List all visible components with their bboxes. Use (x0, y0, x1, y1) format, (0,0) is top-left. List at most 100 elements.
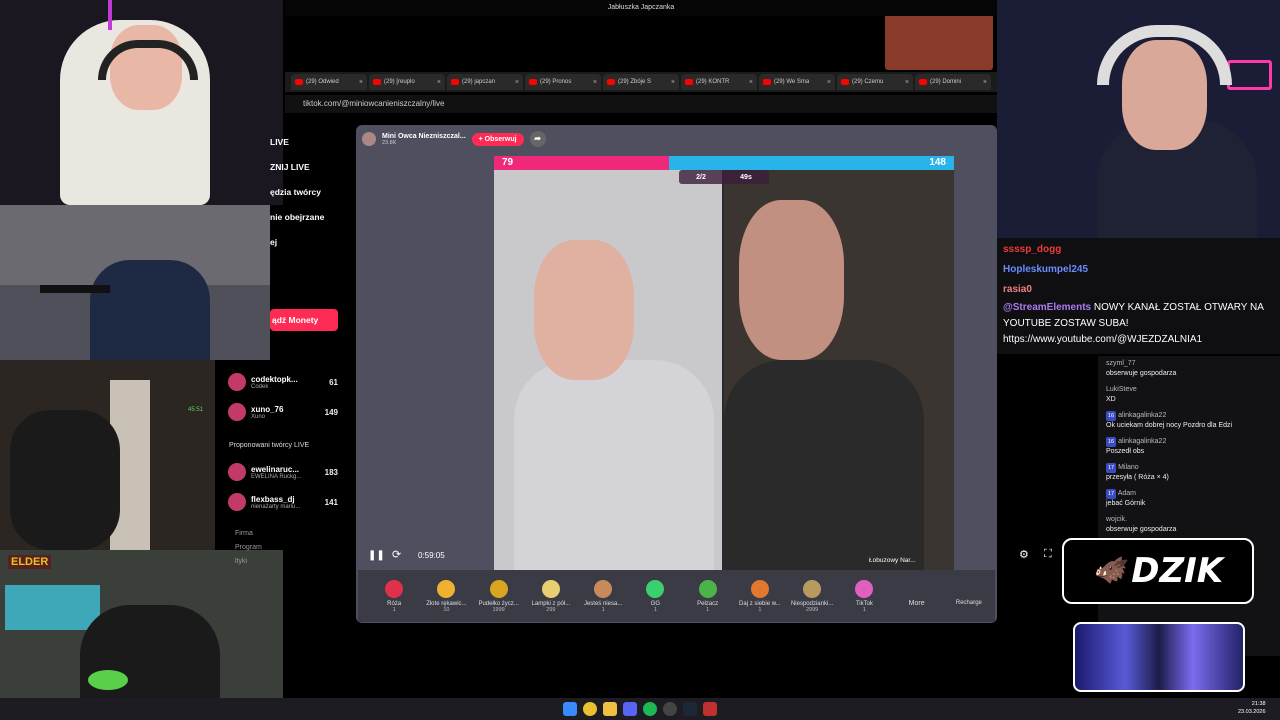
close-tab-icon[interactable]: × (515, 79, 519, 86)
creator-name: flexbass_dj (251, 494, 295, 504)
gift-item[interactable]: GG 1 (629, 579, 681, 613)
live-chat: szyml_77 obserwuje gospodarza LukiSteve XD 1… (1098, 356, 1280, 656)
footer-link[interactable]: Program (235, 541, 262, 555)
chat-header: szyml_77 (1106, 359, 1274, 369)
follow-button[interactable]: + Obserwuj (471, 132, 524, 146)
close-tab-icon[interactable]: × (593, 79, 597, 86)
address-bar[interactable]: tiktok.com/@miniowcanieniszczalny/live (285, 95, 997, 113)
browser-tab[interactable]: (29) We Sma × (759, 74, 835, 90)
gift-item[interactable]: Lampki z pół... 299 (525, 579, 577, 613)
app-icon[interactable] (703, 702, 717, 716)
sidenav-item[interactable]: nie obejrzane (270, 205, 350, 230)
host-avatar[interactable] (362, 132, 376, 146)
tab-label: (29) KONTR (696, 79, 730, 85)
sidenav-item[interactable]: ędzia twórcy (270, 180, 350, 205)
tab-label: (29) Zbóje S (618, 79, 652, 85)
gift-item[interactable]: Złote rękawic... 10 (420, 579, 472, 613)
refresh-icon[interactable]: ⟳ (392, 548, 401, 561)
coins-button[interactable]: ądź Monety (270, 309, 338, 331)
stream-chat-overlay: ssssp_dogg Hopleskumpel245 rasia0 @Strea… (997, 238, 1280, 354)
gift-item[interactable]: Pudełko życz... 1999 (473, 579, 525, 613)
chat-text: obserwuje gospodarza (1106, 370, 1177, 377)
browser-tab[interactable]: (29) Czemu × (837, 74, 913, 90)
chat-username[interactable]: wojcik. (1106, 516, 1127, 523)
windows-start-icon[interactable] (563, 702, 577, 716)
gift-icon (646, 579, 665, 598)
recharge-button[interactable]: Recharge (943, 586, 995, 606)
close-tab-icon[interactable]: × (827, 79, 831, 86)
folder-icon[interactable] (603, 702, 617, 716)
gift-price: 1 (392, 606, 396, 613)
creator-info: flexbass_dj nienażarty mariu... (251, 495, 300, 510)
chat-username[interactable]: szyml_77 (1106, 360, 1136, 367)
host-likes: 23.8K (382, 139, 397, 146)
close-tab-icon[interactable]: × (437, 79, 441, 86)
close-tab-icon[interactable]: × (905, 79, 909, 86)
chat-username[interactable]: Adam (1118, 490, 1136, 497)
close-tab-icon[interactable]: × (983, 79, 987, 86)
more-button[interactable]: More (891, 586, 943, 607)
fullscreen-icon[interactable]: ⛶ (1044, 548, 1052, 561)
browser-tab[interactable]: (29) Pronos × (525, 74, 601, 90)
chat-username[interactable]: alinkagalinka22 (1118, 412, 1166, 419)
chat-message: 17 Milano przesyła ( Róża × 4) (1098, 460, 1280, 486)
gift-item[interactable]: Jesteś niesa... 1 (577, 579, 629, 613)
gift-price: 1 (653, 606, 657, 613)
level-badge: 17 (1106, 489, 1117, 499)
gift-price: 1 (601, 606, 605, 613)
browser-tab[interactable]: (29) japczan × (447, 74, 523, 90)
webcam-headphones (1097, 25, 1232, 85)
steam-icon[interactable] (683, 702, 697, 716)
discord-icon[interactable] (623, 702, 637, 716)
youtube-icon (295, 79, 303, 85)
gift-item[interactable]: TikTok 1 (838, 579, 890, 613)
timer-label: 45:51 (188, 407, 204, 413)
browser-tab[interactable]: (29) Domini × (915, 74, 991, 90)
browser-tab[interactable]: (29) Odwied × (291, 74, 367, 90)
gift-icon (594, 579, 613, 598)
footer-links: Firma Program ltyki (235, 527, 262, 569)
chrome-icon[interactable] (583, 702, 597, 716)
close-tab-icon[interactable]: × (671, 79, 675, 86)
gift-item[interactable]: Daj z siebie w... 1 (734, 579, 786, 613)
chat-username[interactable]: alinkagalinka22 (1118, 438, 1166, 445)
overlay-user-1: ssssp_dogg (1003, 244, 1062, 255)
share-icon[interactable]: ➦ (529, 131, 546, 147)
creator-row[interactable]: codektopk... Codek 61 (228, 367, 338, 397)
chat-text: XD (1106, 396, 1116, 403)
browser-tab[interactable]: (29) KONTR × (681, 74, 757, 90)
creator-row[interactable]: xuno_76 Xuno 149 (228, 397, 338, 427)
gift-item[interactable]: Róża 1 (368, 579, 420, 613)
youtube-icon (841, 79, 849, 85)
gift-icon (541, 579, 560, 598)
close-tab-icon[interactable]: × (749, 79, 753, 86)
brand-text: DZIK (1131, 551, 1224, 591)
spotify-icon[interactable] (643, 702, 657, 716)
webcam-3: 45:51 (0, 360, 215, 550)
gift-item[interactable]: Niespodzianki... 2999 (786, 579, 838, 613)
footer-link[interactable]: Firma (235, 527, 262, 541)
rgb-light (108, 0, 112, 30)
chat-username[interactable]: LukiSteve (1106, 386, 1137, 393)
creator-row[interactable]: flexbass_dj nienażarty mariu... 141 (228, 487, 338, 517)
sidenav-item[interactable]: ZNIJ LIVE (270, 155, 350, 180)
level-badge: 16 (1106, 437, 1117, 447)
creator-row[interactable]: ewelinaruc... EWELINA Ruckg... 183 (228, 457, 338, 487)
close-tab-icon[interactable]: × (359, 79, 363, 86)
footer-link[interactable]: ltyki (235, 555, 262, 569)
host-name[interactable]: Mini Owca Niezniszczal... (382, 133, 466, 140)
right-host-name-2[interactable]: Nar... (900, 557, 916, 564)
sidenav-item[interactable]: ej (270, 230, 350, 255)
browser-tab[interactable]: (29) Zbóje S × (603, 74, 679, 90)
level-badge: 17 (1106, 463, 1117, 473)
settings-icon[interactable]: ⚙ (1019, 548, 1029, 561)
browser-tab[interactable]: (29) [reuplo × (369, 74, 445, 90)
pause-icon[interactable]: ❚❚ (368, 550, 385, 561)
webcam-person (90, 260, 210, 360)
tab-label: (29) japczan (462, 79, 496, 85)
gift-item[interactable]: Pełzacz 1 (682, 579, 734, 613)
sidenav-item[interactable]: LIVE (270, 130, 350, 155)
chat-username[interactable]: Milano (1118, 464, 1139, 471)
obs-icon[interactable] (663, 702, 677, 716)
right-host-name[interactable]: Łobuzowy (869, 557, 898, 564)
